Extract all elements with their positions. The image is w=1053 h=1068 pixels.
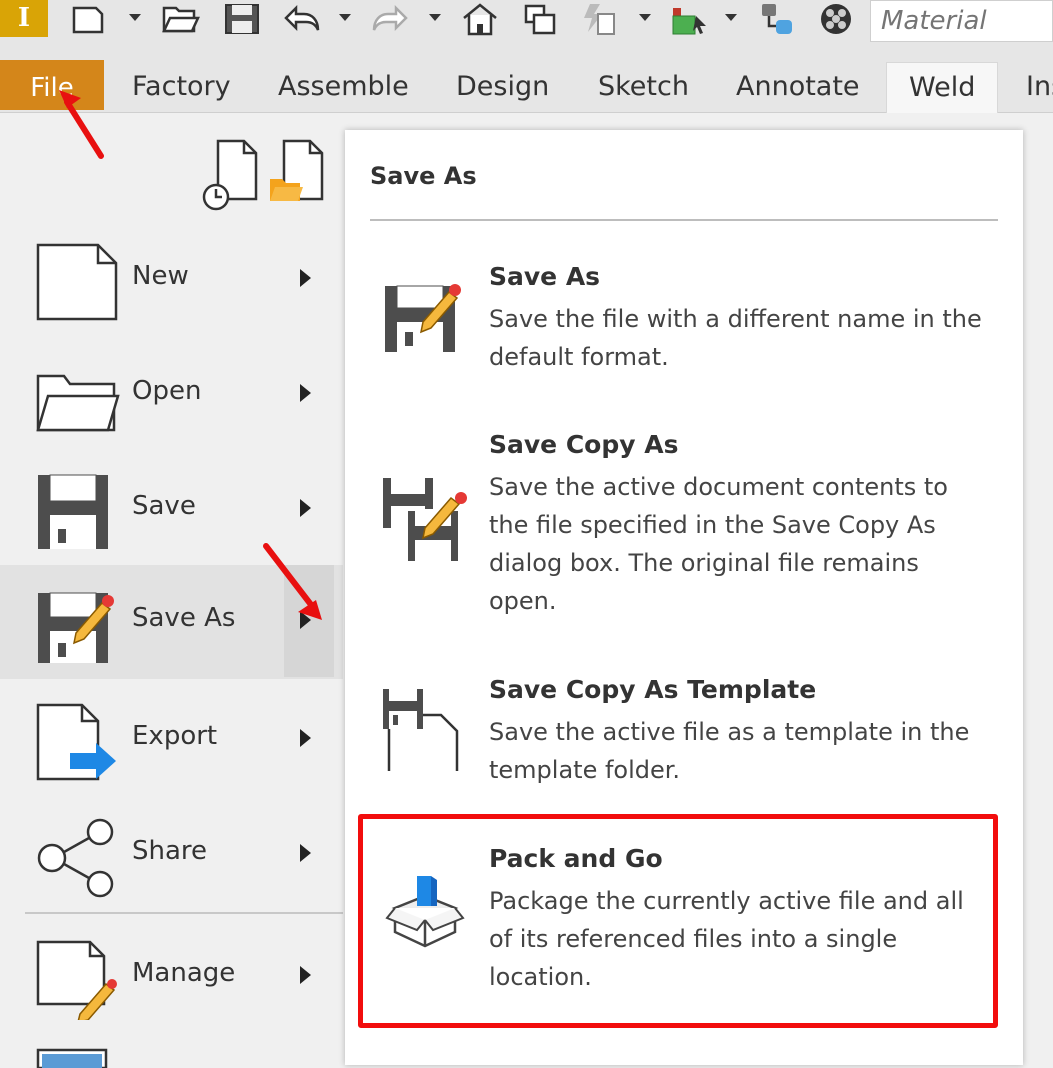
undo-icon[interactable] xyxy=(282,2,322,36)
open-folder-icon xyxy=(36,374,120,432)
new-icon[interactable] xyxy=(68,2,108,36)
tab-weld[interactable]: Weld xyxy=(886,62,999,113)
open-folder-icon[interactable] xyxy=(264,137,328,217)
submenu-arrow-icon xyxy=(300,384,311,402)
save-icon[interactable] xyxy=(222,2,262,36)
material-input[interactable] xyxy=(871,1,1053,41)
submenu-item-description: Save the active document contents to the… xyxy=(489,473,948,615)
dropdown-icon[interactable] xyxy=(428,10,442,24)
file-menu-item-new[interactable]: New xyxy=(0,223,343,335)
file-menu-item-label: Export xyxy=(132,721,218,751)
share-icon xyxy=(37,818,114,898)
submenu-divider xyxy=(370,219,998,221)
submenu-item-description: Save the file with a different name in t… xyxy=(489,305,982,371)
update-icon[interactable] xyxy=(580,2,620,36)
ilogic-icon[interactable] xyxy=(756,2,796,36)
new-document-icon xyxy=(36,243,118,321)
file-menu-item-open[interactable]: Open xyxy=(0,338,343,450)
tab-assemble[interactable]: Assemble xyxy=(278,62,409,112)
submenu-item-save-as[interactable]: Save As Save the file with a different n… xyxy=(345,262,1023,372)
partial-menu-icon xyxy=(36,1048,108,1068)
submenu-arrow-icon xyxy=(300,729,311,747)
export-icon xyxy=(36,703,116,781)
quick-access-toolbar: I xyxy=(0,0,1053,50)
red-arrow-icon xyxy=(59,90,104,159)
submenu-arrow-icon xyxy=(300,269,311,287)
save-copy-as-icon xyxy=(383,478,467,563)
file-menu-item-label: Manage xyxy=(132,958,236,988)
file-menu-item-label: Save As xyxy=(132,603,236,633)
submenu-item-title: Save As xyxy=(489,262,601,291)
save-as-icon xyxy=(385,284,461,352)
appearance-icon[interactable] xyxy=(816,2,856,36)
dropdown-icon[interactable] xyxy=(128,10,142,24)
file-menu-item-share[interactable]: Share xyxy=(0,798,343,910)
file-menu-item-label: Save xyxy=(132,491,196,521)
ribbon-tab-bar: Factory Assemble Design Sketch Annotate … xyxy=(0,50,1053,113)
menu-divider xyxy=(25,912,343,914)
highlight-box xyxy=(358,814,998,1028)
tab-design[interactable]: Design xyxy=(456,62,549,112)
redo-icon[interactable] xyxy=(370,2,410,36)
dropdown-icon[interactable] xyxy=(338,10,352,24)
tab-inspect[interactable]: Ins xyxy=(1026,62,1053,112)
tab-sketch[interactable]: Sketch xyxy=(598,62,689,112)
submenu-item-title: Save Copy As xyxy=(489,430,679,459)
dropdown-icon[interactable] xyxy=(724,10,738,24)
red-arrow-icon xyxy=(263,543,322,620)
save-as-icon xyxy=(38,592,114,663)
save-template-icon xyxy=(383,689,459,771)
windows-icon[interactable] xyxy=(520,2,560,36)
select-icon[interactable] xyxy=(670,2,710,36)
submenu-item-save-copy-as[interactable]: Save Copy As Save the active document co… xyxy=(345,430,1023,620)
material-combobox[interactable] xyxy=(870,0,1053,42)
file-menu-item-manage[interactable]: Manage xyxy=(0,920,343,1032)
submenu-item-save-copy-as-template[interactable]: Save Copy As Template Save the active fi… xyxy=(345,675,1023,795)
file-menu-item-label: Share xyxy=(132,836,208,866)
file-menu-item-export[interactable]: Export xyxy=(0,683,343,795)
submenu-title: Save As xyxy=(370,162,477,190)
dropdown-icon[interactable] xyxy=(638,10,652,24)
open-icon[interactable] xyxy=(160,2,200,36)
file-menu-item-label: New xyxy=(132,261,189,291)
app-logo[interactable]: I xyxy=(0,0,48,37)
tab-factory[interactable]: Factory xyxy=(132,62,231,112)
submenu-arrow-icon xyxy=(300,499,311,517)
save-floppy-icon xyxy=(38,474,108,549)
submenu-item-description: Save the active file as a template in th… xyxy=(489,718,970,784)
file-menu-item-label: Open xyxy=(132,376,202,406)
submenu-item-title: Save Copy As Template xyxy=(489,675,817,704)
home-icon[interactable] xyxy=(460,2,500,36)
tab-annotate[interactable]: Annotate xyxy=(736,62,860,112)
submenu-arrow-icon xyxy=(300,966,311,984)
manage-icon xyxy=(36,940,117,1020)
recent-documents-icon[interactable] xyxy=(200,137,260,217)
submenu-arrow-icon xyxy=(300,844,311,862)
